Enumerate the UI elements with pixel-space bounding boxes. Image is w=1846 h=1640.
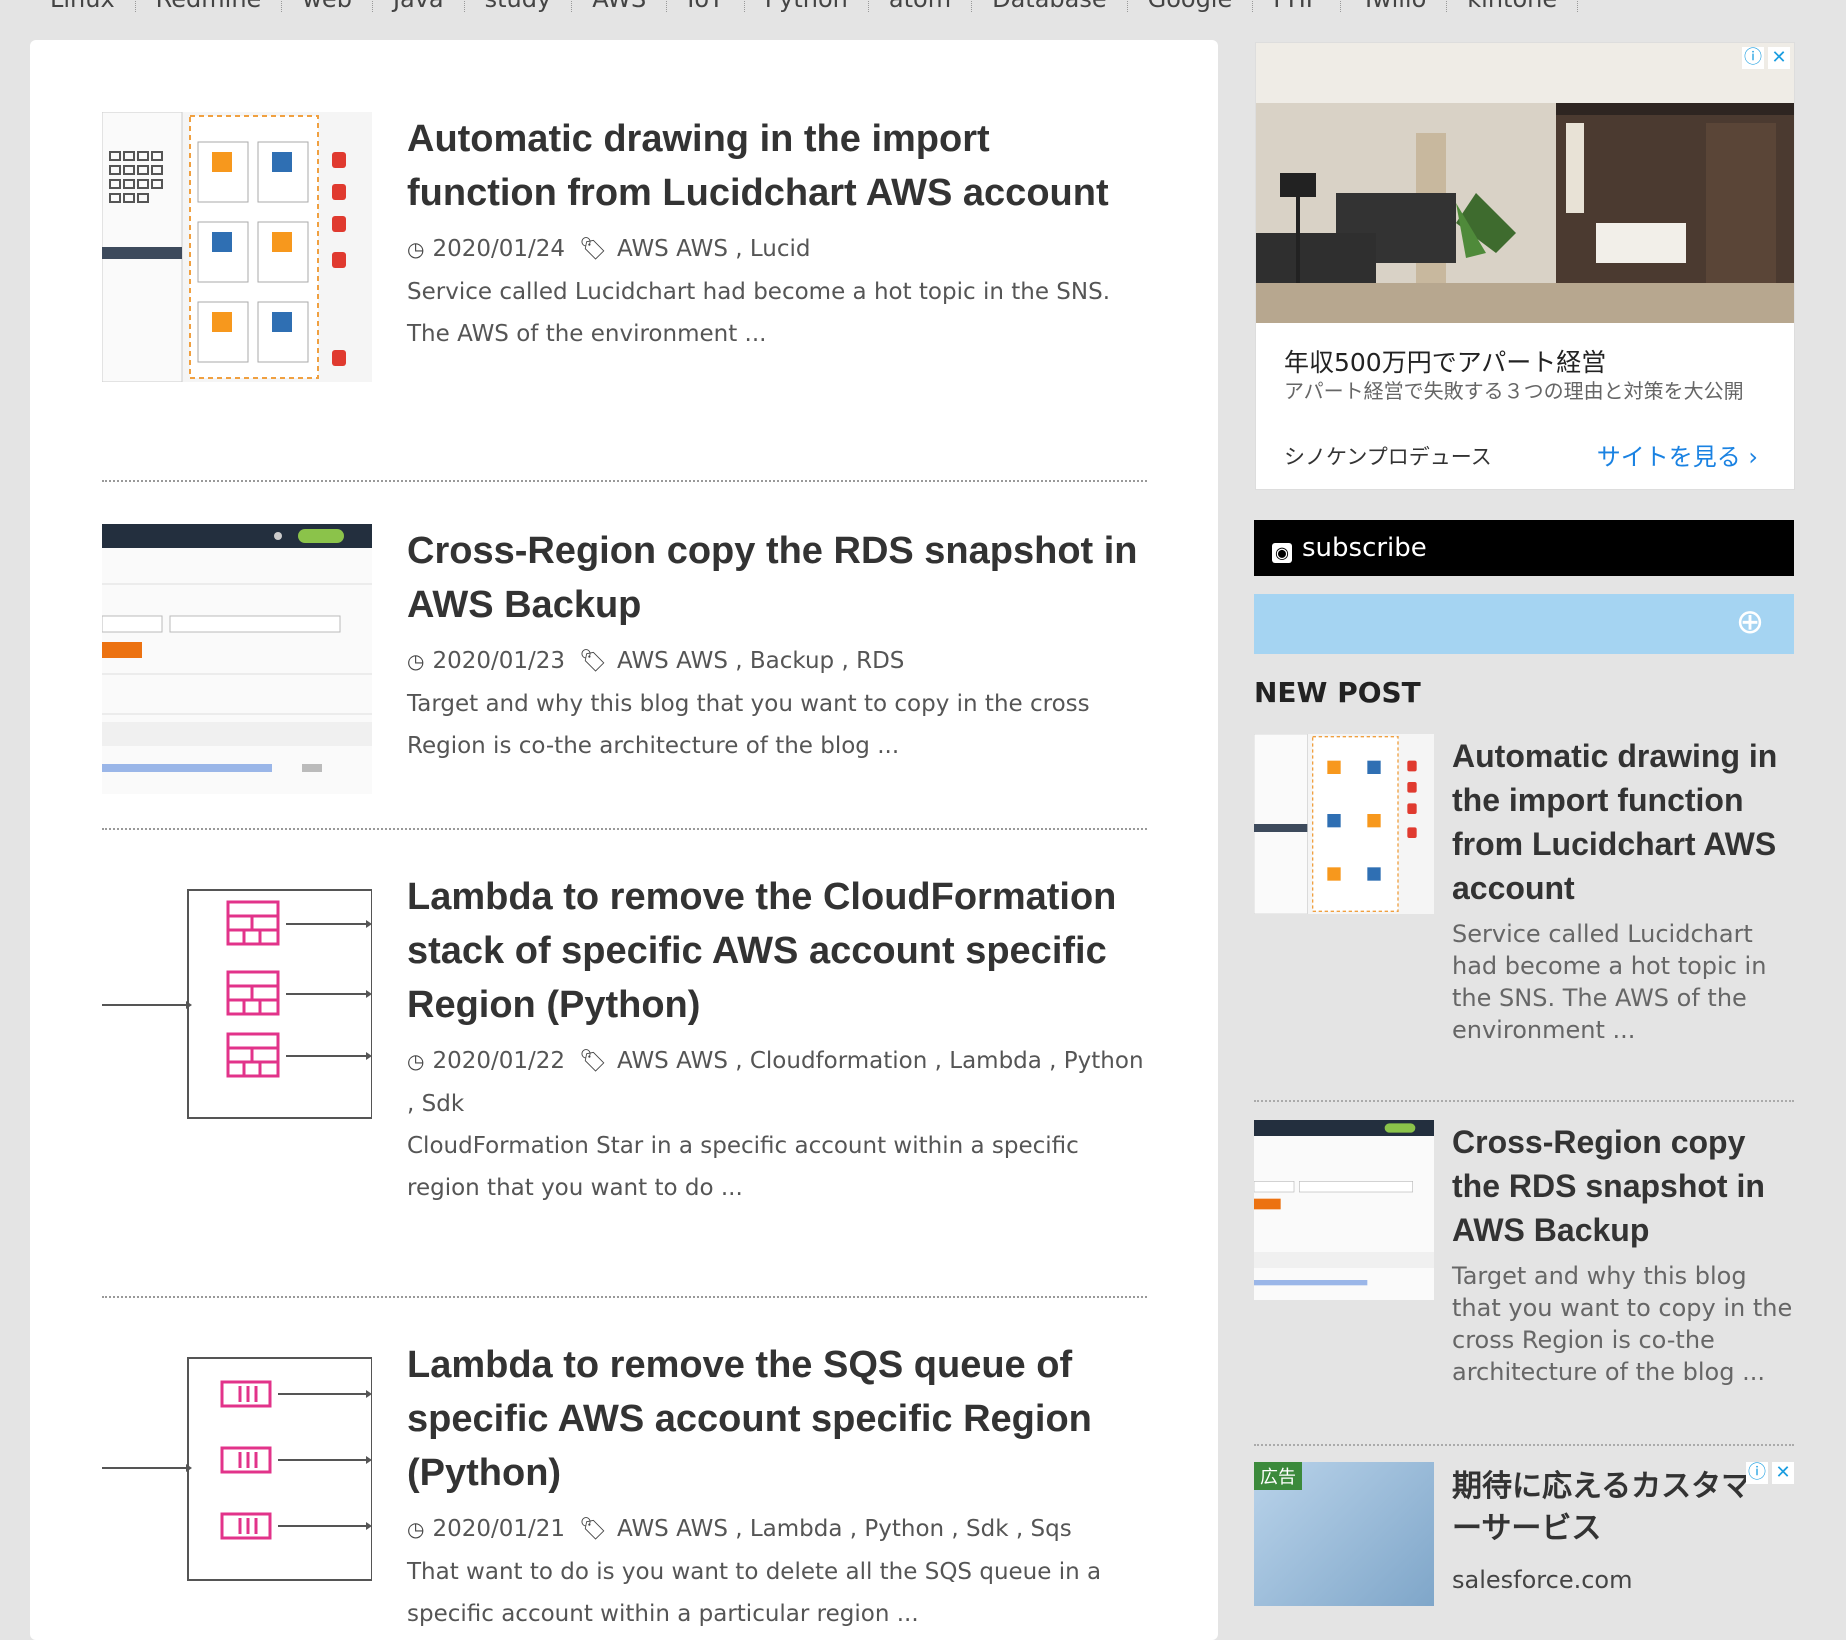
post-body: Lambda to remove the SQS queue of specif… bbox=[407, 1338, 1147, 1635]
nav-item-atom[interactable]: atom bbox=[869, 0, 973, 12]
post-meta: ◷ 2020/01/23 🏷 AWS AWS , Backup , RDS bbox=[407, 640, 1147, 683]
post-excerpt: Target and why this blog that you want t… bbox=[407, 691, 1090, 759]
post-title[interactable]: Lambda to remove the SQS queue of specif… bbox=[407, 1338, 1147, 1500]
top-nav: LinuxRedminewebJavastudyAWSIoTPythonatom… bbox=[0, 0, 1846, 14]
ad-info-icon[interactable]: ⓘ bbox=[1742, 47, 1764, 69]
new-post-thumbnail[interactable] bbox=[1254, 1120, 1434, 1300]
search-box: ⊕ bbox=[1254, 594, 1794, 654]
ad-info-icons: ⓘ ✕ bbox=[1746, 1462, 1794, 1484]
tag-icon: 🏷 bbox=[579, 1049, 607, 1074]
post-tags[interactable]: AWS AWS , Lambda , Python , Sdk , Sqs bbox=[617, 1516, 1072, 1542]
post-excerpt: CloudFormation Star in a specific accoun… bbox=[407, 1133, 1079, 1201]
sidebar-ad-bottom[interactable]: 広告 期待に応えるカスタマーサービス salesforce.com ⓘ ✕ bbox=[1254, 1462, 1794, 1606]
post-meta: ◷ 2020/01/22 🏷 AWS AWS , Cloudformation , L… bbox=[407, 1040, 1147, 1125]
post-thumbnail[interactable] bbox=[102, 112, 372, 382]
ad-label: 広告 bbox=[1254, 1462, 1302, 1490]
nav-item-twilio[interactable]: Twilio bbox=[1341, 0, 1448, 12]
post-thumbnail[interactable] bbox=[102, 1338, 372, 1608]
post-thumbnail[interactable] bbox=[102, 870, 372, 1140]
ad-domain: salesforce.com bbox=[1452, 1566, 1633, 1594]
nav-item-google[interactable]: Google bbox=[1128, 0, 1254, 12]
post-body: Cross-Region copy the RDS snapshot in AW… bbox=[407, 524, 1147, 767]
search-input[interactable] bbox=[1254, 594, 1714, 654]
new-post-title[interactable]: Automatic drawing in the import function… bbox=[1452, 734, 1796, 910]
ad-info-icons: ⓘ ✕ bbox=[1742, 47, 1790, 69]
nav-item-study[interactable]: study bbox=[465, 0, 573, 12]
ad-close-icon[interactable]: ✕ bbox=[1768, 47, 1790, 69]
post-body: Automatic drawing in the import function… bbox=[407, 112, 1147, 355]
post-item: Cross-Region copy the RDS snapshot in AW… bbox=[102, 482, 1147, 830]
clock-icon: ◷ bbox=[407, 1517, 425, 1541]
nav-item-aws[interactable]: AWS bbox=[572, 0, 668, 12]
ad-brand: シノケンプロデュース bbox=[1284, 445, 1492, 469]
post-title[interactable]: Automatic drawing in the import function… bbox=[407, 112, 1147, 220]
subscribe-label: subscribe bbox=[1302, 533, 1427, 563]
post-date: 2020/01/23 bbox=[432, 648, 566, 674]
ad-headline[interactable]: 年収500万円でアパート経営 bbox=[1284, 343, 1606, 379]
nav-item-java[interactable]: Java bbox=[373, 0, 465, 12]
ad-cta-link[interactable]: サイトを見る › bbox=[1597, 437, 1758, 472]
new-post-thumbnail[interactable] bbox=[1254, 734, 1434, 914]
nav-item-iot[interactable]: IoT bbox=[667, 0, 745, 12]
post-excerpt: Service called Lucidchart had become a h… bbox=[407, 279, 1111, 347]
sidebar-ad[interactable]: ⓘ ✕ 年収500万円でアパート経営 アパート経営で失敗する３つの理由と対策を大… bbox=[1255, 42, 1795, 490]
post-item: Automatic drawing in the import function… bbox=[102, 112, 1147, 482]
new-post-text: Automatic drawing in the import function… bbox=[1452, 734, 1796, 1046]
post-meta: ◷ 2020/01/21 🏷 AWS AWS , Lambda , Python , … bbox=[407, 1508, 1147, 1551]
post-date: 2020/01/24 bbox=[432, 236, 566, 262]
nav-item-kintone[interactable]: kintone bbox=[1447, 0, 1579, 12]
new-post-excerpt: Target and why this blog that you want t… bbox=[1452, 1262, 1793, 1386]
new-post-item: Automatic drawing in the import function… bbox=[1254, 734, 1794, 1102]
clock-icon: ◷ bbox=[407, 1049, 425, 1073]
nav-item-linux[interactable]: Linux bbox=[30, 0, 136, 12]
ad-description: アパート経営で失敗する３つの理由と対策を大公開 bbox=[1284, 379, 1744, 403]
nav-item-redmine[interactable]: Redmine bbox=[136, 0, 283, 12]
post-tags[interactable]: AWS AWS , Lucid bbox=[617, 236, 811, 262]
post-tags[interactable]: AWS AWS , Backup , RDS bbox=[617, 648, 904, 674]
nav-item-python[interactable]: Python bbox=[745, 0, 869, 12]
nav-item-web[interactable]: web bbox=[282, 0, 373, 12]
clock-icon: ◷ bbox=[407, 237, 425, 261]
post-body: Lambda to remove the CloudFormation stac… bbox=[407, 870, 1147, 1209]
tag-icon: 🏷 bbox=[579, 1517, 607, 1542]
post-date: 2020/01/22 bbox=[432, 1048, 566, 1074]
post-list: Automatic drawing in the import function… bbox=[30, 40, 1218, 1640]
post-meta: ◷ 2020/01/24 🏷 AWS AWS , Lucid bbox=[407, 228, 1147, 271]
post-title[interactable]: Lambda to remove the CloudFormation stac… bbox=[407, 870, 1147, 1032]
nav-item-database[interactable]: Database bbox=[972, 0, 1128, 12]
post-date: 2020/01/21 bbox=[432, 1516, 566, 1542]
tag-icon: 🏷 bbox=[579, 649, 607, 674]
clock-icon: ◷ bbox=[407, 649, 425, 673]
subscribe-button[interactable]: ◉ subscribe bbox=[1254, 520, 1794, 576]
ad-close-icon[interactable]: ✕ bbox=[1772, 1462, 1794, 1484]
post-item: Lambda to remove the CloudFormation stac… bbox=[102, 828, 1147, 1298]
ad-title[interactable]: 期待に応えるカスタマーサービス bbox=[1452, 1466, 1752, 1550]
new-post-text: Cross-Region copy the RDS snapshot in AW… bbox=[1452, 1120, 1796, 1388]
new-post-title[interactable]: Cross-Region copy the RDS snapshot in AW… bbox=[1452, 1120, 1796, 1252]
rss-icon: ◉ bbox=[1272, 543, 1292, 563]
new-post-heading: NEW POST bbox=[1254, 676, 1421, 709]
nav-item-php[interactable]: PHP bbox=[1253, 0, 1342, 12]
ad-photo[interactable] bbox=[1256, 43, 1794, 323]
post-excerpt: That want to do is you want to delete al… bbox=[407, 1559, 1102, 1627]
post-title[interactable]: Cross-Region copy the RDS snapshot in AW… bbox=[407, 524, 1147, 632]
tag-icon: 🏷 bbox=[579, 237, 607, 262]
new-post-excerpt: Service called Lucidchart had become a h… bbox=[1452, 920, 1767, 1044]
new-post-item: Cross-Region copy the RDS snapshot in AW… bbox=[1254, 1120, 1794, 1446]
search-icon[interactable]: ⊕ bbox=[1732, 604, 1768, 640]
top-nav-list: LinuxRedminewebJavastudyAWSIoTPythonatom… bbox=[0, 0, 1846, 12]
post-thumbnail[interactable] bbox=[102, 524, 372, 794]
post-item: Lambda to remove the SQS queue of specif… bbox=[102, 1296, 1147, 1636]
ad-info-icon[interactable]: ⓘ bbox=[1746, 1462, 1768, 1484]
